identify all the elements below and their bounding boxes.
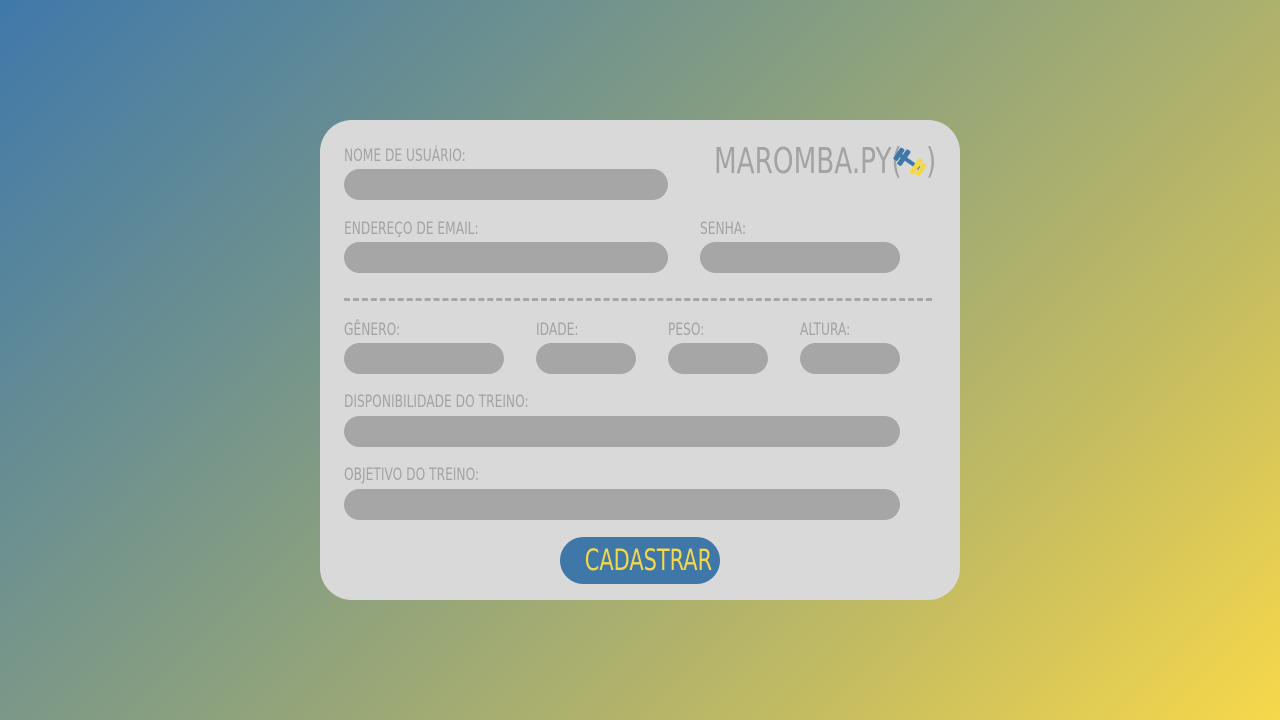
goal-input[interactable] — [344, 489, 900, 520]
username-input[interactable] — [344, 169, 668, 200]
registration-card: MAROMBA.PY( ) NOME DE USUÁRIO: ENDEREÇO … — [320, 120, 960, 600]
availability-label: DISPONIBILIDADE DO TREINO: — [344, 392, 529, 412]
age-input[interactable] — [536, 343, 636, 374]
submit-button-label: CADASTRAR — [584, 543, 713, 577]
weight-input[interactable] — [668, 343, 768, 374]
height-label: ALTURA: — [800, 320, 851, 340]
brand-title: MAROMBA.PY( — [714, 141, 902, 182]
brand-logo: MAROMBA.PY( ) — [714, 142, 938, 182]
height-input[interactable] — [800, 343, 900, 374]
weight-label: PESO: — [668, 320, 705, 340]
section-divider — [344, 298, 932, 301]
brand-title-closing: ) — [926, 141, 937, 182]
password-input[interactable] — [700, 242, 900, 273]
age-label: IDADE: — [536, 320, 579, 340]
dumbbell-icon — [893, 147, 927, 177]
goal-label: OBJETIVO DO TREINO: — [344, 465, 480, 485]
gender-input[interactable] — [344, 343, 504, 374]
username-label: NOME DE USUÁRIO: — [344, 146, 466, 166]
email-input[interactable] — [344, 242, 668, 273]
submit-button[interactable]: CADASTRAR — [560, 537, 720, 584]
gender-label: GÊNERO: — [344, 320, 401, 340]
availability-input[interactable] — [344, 416, 900, 447]
email-label: ENDEREÇO DE EMAIL: — [344, 219, 479, 239]
password-label: SENHA: — [700, 219, 747, 239]
